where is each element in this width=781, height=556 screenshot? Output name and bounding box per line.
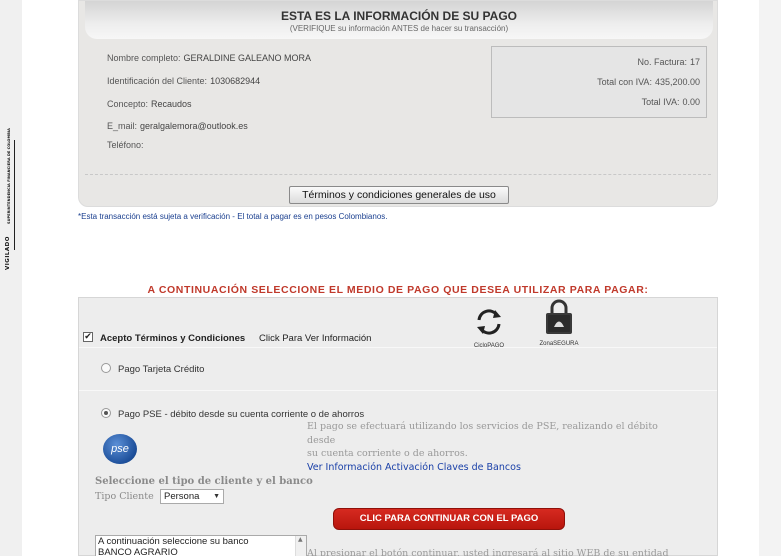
- pse-label[interactable]: Pago PSE - débito desde su cuenta corrie…: [118, 409, 364, 420]
- accept-terms-label: Acepto Términos y Condiciones: [100, 333, 246, 344]
- row-divider: [79, 347, 717, 348]
- cycle-arrows-icon: [477, 309, 501, 335]
- client-id-label: Identificación del Cliente:: [107, 76, 208, 86]
- payment-info-subtitle: (VERIFIQUE su información ANTES de hacer…: [289, 24, 509, 33]
- concept-value: Recaudos: [151, 99, 192, 109]
- bank-select-list[interactable]: A continuación seleccione su banco BANCO…: [95, 535, 307, 556]
- pse-description-line: desde: [307, 434, 336, 446]
- payment-info-header: ESTA ES LA INFORMACIÓN DE SU PAGO (VERIF…: [85, 1, 713, 39]
- dashed-divider: [85, 174, 711, 175]
- client-type-label: Tipo Cliente: [95, 491, 154, 502]
- zonasegura-badge: ZonaSEGURA: [531, 298, 587, 347]
- payment-info-panel: ESTA ES LA INFORMACIÓN DE SU PAGO (VERIF…: [78, 0, 718, 207]
- continue-note: Al presionar el botón continuar, usted i…: [307, 548, 669, 556]
- email-value: geralgalemora@outlook.es: [140, 121, 248, 131]
- total-iva-value: 0.00: [682, 97, 700, 107]
- credit-card-radio[interactable]: [101, 363, 111, 373]
- continue-payment-button[interactable]: CLIC PARA CONTINUAR CON EL PAGO: [333, 508, 565, 530]
- full-name-label: Nombre completo:: [107, 53, 181, 63]
- total-with-iva-label: Total con IVA:: [597, 77, 652, 87]
- payment-method-heading: A CONTINUACIÓN SELECCIONE EL MEDIO DE PA…: [147, 284, 649, 296]
- invoice-number-row: No. Factura: 17: [637, 57, 700, 67]
- pse-description-line: su cuenta corriente o de ahorros.: [307, 448, 468, 459]
- client-id-value: 1030682944: [210, 76, 261, 86]
- accept-terms-checkbox[interactable]: ✔: [83, 332, 93, 342]
- verification-notice: *Esta transacción está sujeta a verifica…: [78, 212, 388, 221]
- chevron-down-icon: ▼: [213, 493, 220, 500]
- payment-info-title: ESTA ES LA INFORMACIÓN DE SU PAGO: [280, 9, 517, 23]
- ciclopago-badge: CicloPAGO: [467, 306, 511, 349]
- ciclopago-caption: CicloPAGO: [473, 343, 505, 349]
- total-iva-row: Total IVA: 0.00: [642, 97, 700, 107]
- total-iva-label: Total IVA:: [641, 97, 680, 107]
- accept-terms-info-link[interactable]: Click Para Ver Información: [259, 333, 371, 344]
- row-divider: [79, 390, 717, 391]
- pse-description-line: El pago se efectuará utilizando los serv…: [307, 421, 658, 432]
- concept-field: Concepto: Recaudos: [107, 99, 192, 109]
- right-rail: [759, 0, 781, 556]
- vigilado-seal: VIGILADO SUPERINTENDENCIA FINANCIERA DE …: [1, 128, 15, 270]
- invoice-number-value: 17: [689, 57, 700, 67]
- bank-option[interactable]: BANCO AGRARIO: [96, 547, 306, 556]
- email-field: E_mail: geralgalemora@outlook.es: [107, 121, 248, 131]
- vigilado-authority: SUPERINTENDENCIA FINANCIERA DE COLOMBIA: [7, 128, 11, 224]
- pse-logo: pse: [103, 434, 137, 464]
- total-with-iva-value: 435,200.00: [654, 77, 700, 87]
- vigilado-bar: [14, 140, 15, 250]
- credit-card-label[interactable]: Pago Tarjeta Crédito: [118, 364, 204, 375]
- left-rail: VIGILADO SUPERINTENDENCIA FINANCIERA DE …: [0, 0, 22, 556]
- bank-keys-info-link[interactable]: Ver Información Activación Claves de Ban…: [307, 462, 521, 473]
- client-type-value: Persona: [164, 491, 200, 502]
- concept-label: Concepto:: [107, 99, 149, 109]
- padlock-icon: [546, 299, 572, 334]
- email-label: E_mail:: [107, 121, 138, 131]
- phone-field: Teléfono:: [107, 140, 147, 150]
- terms-conditions-button[interactable]: Términos y condiciones generales de uso: [289, 186, 509, 204]
- client-bank-heading: Seleccione el tipo de cliente y el banco: [95, 476, 313, 487]
- invoice-number-label: No. Factura:: [637, 57, 687, 67]
- client-id-field: Identificación del Cliente: 1030682944: [107, 76, 260, 86]
- bank-list-scrollbar[interactable]: [295, 536, 306, 556]
- full-name-field: Nombre completo: GERALDINE GALEANO MORA: [107, 53, 311, 63]
- phone-label: Teléfono:: [107, 140, 144, 150]
- total-with-iva-row: Total con IVA: 435,200.00: [597, 77, 700, 87]
- bank-option[interactable]: A continuación seleccione su banco: [96, 536, 306, 547]
- pse-description: El pago se efectuará utilizando los serv…: [307, 420, 683, 461]
- invoice-summary-box: No. Factura: 17 Total con IVA: 435,200.00 …: [491, 46, 707, 118]
- pse-radio[interactable]: [101, 408, 111, 418]
- payment-method-panel: ✔ Acepto Términos y Condiciones Click Pa…: [78, 297, 718, 556]
- client-type-select[interactable]: Persona ▼: [160, 489, 224, 504]
- full-name-value: GERALDINE GALEANO MORA: [183, 53, 312, 63]
